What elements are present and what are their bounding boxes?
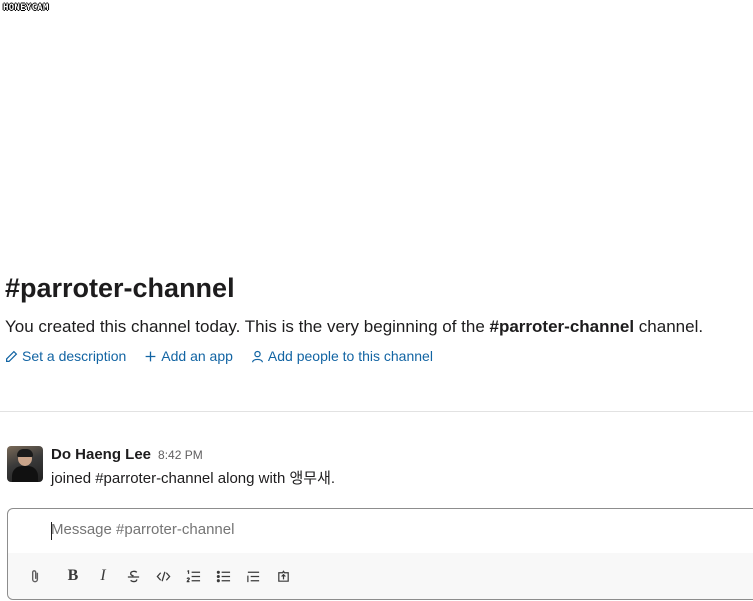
message-body: Do Haeng Lee 8:42 PM joined #parroter-ch… bbox=[51, 446, 335, 488]
channel-desc-suffix: channel. bbox=[638, 317, 704, 336]
bulleted-list-icon bbox=[216, 570, 230, 582]
watermark-logo: HONEYCAM bbox=[3, 3, 49, 13]
add-app-button[interactable]: Add an app bbox=[144, 348, 233, 364]
shortcuts-button[interactable] bbox=[268, 562, 298, 590]
bulleted-list-button[interactable] bbox=[208, 562, 238, 590]
add-app-label: Add an app bbox=[161, 348, 233, 364]
numbered-list-icon bbox=[186, 569, 200, 582]
blockquote-button[interactable] bbox=[238, 562, 268, 590]
intro-actions: Set a description Add an app Add people … bbox=[5, 348, 753, 364]
channel-desc-prefix: You created this channel today. This is … bbox=[5, 317, 485, 336]
message-header: Do Haeng Lee 8:42 PM bbox=[51, 446, 335, 463]
message-item: Do Haeng Lee 8:42 PM joined #parroter-ch… bbox=[7, 446, 753, 488]
channel-title: #parroter-channel bbox=[5, 273, 235, 303]
set-description-label: Set a description bbox=[22, 348, 127, 364]
add-people-button[interactable]: Add people to this channel bbox=[251, 348, 433, 364]
add-people-label: Add people to this channel bbox=[267, 348, 433, 364]
sender-name[interactable]: Do Haeng Lee bbox=[51, 446, 151, 463]
italic-button[interactable]: I bbox=[88, 562, 118, 590]
strikethrough-button[interactable] bbox=[118, 562, 148, 590]
channel-intro: #parroter-channel You created this chann… bbox=[5, 272, 753, 364]
pencil-icon bbox=[6, 350, 18, 362]
text-caret bbox=[51, 522, 52, 540]
avatar[interactable] bbox=[7, 446, 43, 482]
quote-block-icon bbox=[246, 571, 259, 582]
strikethrough-icon bbox=[127, 570, 139, 582]
bold-button[interactable]: B bbox=[58, 562, 88, 590]
message-input[interactable] bbox=[51, 521, 651, 538]
divider bbox=[0, 411, 753, 412]
set-description-button[interactable]: Set a description bbox=[5, 348, 126, 364]
message-composer: B I bbox=[7, 508, 753, 600]
person-icon bbox=[251, 350, 263, 362]
formatting-toolbar: B I bbox=[8, 553, 753, 599]
shortcuts-icon bbox=[277, 569, 289, 582]
message-text: joined #parroter-channel along with 앵무새. bbox=[51, 470, 336, 487]
plus-icon bbox=[145, 351, 156, 361]
attach-button[interactable] bbox=[20, 562, 50, 590]
paperclip-icon bbox=[31, 569, 38, 582]
message-timestamp[interactable]: 8:42 PM bbox=[158, 448, 203, 462]
channel-desc-name: #parroter-channel bbox=[489, 317, 635, 336]
code-icon bbox=[156, 571, 170, 581]
code-button[interactable] bbox=[148, 562, 178, 590]
channel-description: You created this channel today. This is … bbox=[5, 316, 753, 338]
ordered-list-button[interactable] bbox=[178, 562, 208, 590]
